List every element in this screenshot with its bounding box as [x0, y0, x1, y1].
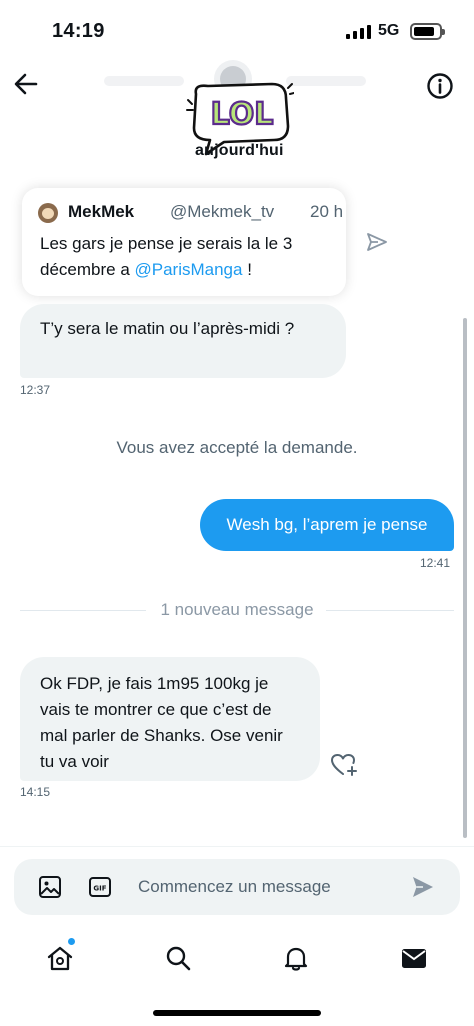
- message-time: 12:41: [420, 556, 451, 570]
- send-button[interactable]: [410, 874, 436, 900]
- mail-icon: [402, 949, 426, 968]
- blurred-name: [104, 76, 184, 86]
- blurred-handle: [286, 76, 366, 86]
- quoted-tweet-time: 20 h: [310, 202, 344, 221]
- home-icon: [47, 946, 73, 971]
- conversation-header: LOL aujourd'hui: [0, 60, 474, 162]
- media-button[interactable]: [38, 875, 62, 899]
- quoted-tweet-name: MekMek: [68, 202, 135, 221]
- battery-icon: [410, 23, 445, 40]
- back-button[interactable]: [10, 68, 42, 100]
- tab-home[interactable]: [40, 938, 80, 978]
- send-icon: [367, 233, 387, 251]
- new-message-divider: 1 nouveau message: [160, 600, 314, 619]
- svg-text:GIF: GIF: [93, 885, 106, 893]
- bell-icon: [284, 947, 308, 971]
- message-time: 14:15: [20, 785, 51, 799]
- quoted-tweet-card[interactable]: MekMek @Mekmek_tv 20 h Les gars je pense…: [22, 188, 346, 296]
- tab-messages[interactable]: [394, 938, 434, 978]
- heart-plus-icon: [331, 754, 357, 776]
- message-bubble-incoming[interactable]: Ok FDP, je fais 1m95 100kg je vais te mo…: [20, 657, 320, 781]
- info-icon: [427, 73, 453, 99]
- composer: GIF: [14, 859, 460, 915]
- gif-icon: GIF: [89, 877, 111, 897]
- home-indicator: [153, 1010, 321, 1016]
- send-icon: [413, 877, 433, 897]
- tab-bar: [0, 926, 474, 1026]
- message-time: 12:37: [20, 383, 51, 397]
- quoted-tweet-text-end: !: [242, 260, 252, 279]
- share-button[interactable]: [366, 232, 388, 252]
- signal-icon: [346, 24, 371, 39]
- status-time: 14:19: [52, 20, 105, 42]
- tab-notifications[interactable]: [276, 938, 316, 978]
- system-message: Vous avez accepté la demande.: [116, 438, 358, 457]
- message-input[interactable]: [138, 867, 408, 907]
- tab-search[interactable]: [158, 938, 198, 978]
- arrow-left-icon: [14, 73, 38, 95]
- quoted-tweet-text: Les gars je pense je serais la le 3 déce…: [40, 231, 336, 283]
- quoted-tweet-handle: @Mekmek_tv: [170, 202, 275, 221]
- message-bubble-incoming[interactable]: T’y sera le matin ou l’après-midi ?: [20, 304, 346, 378]
- sticker-text: LOL: [211, 97, 274, 132]
- mention-link[interactable]: @ParisManga: [135, 260, 243, 279]
- status-bar: 14:19 5G: [0, 0, 474, 62]
- search-icon: [166, 946, 191, 971]
- react-button[interactable]: [330, 752, 358, 778]
- info-button[interactable]: [424, 70, 456, 102]
- notification-dot: [68, 938, 75, 945]
- message-bubble-outgoing[interactable]: Wesh bg, l’aprem je pense: [200, 499, 454, 551]
- quoted-tweet-avatar: [38, 203, 58, 223]
- date-label: aujourd'hui: [195, 142, 284, 159]
- network-label: 5G: [378, 22, 400, 39]
- image-icon: [39, 876, 61, 898]
- gif-button[interactable]: GIF: [88, 875, 112, 899]
- scrollbar[interactable]: [463, 318, 467, 838]
- compose-area: GIF: [0, 846, 474, 926]
